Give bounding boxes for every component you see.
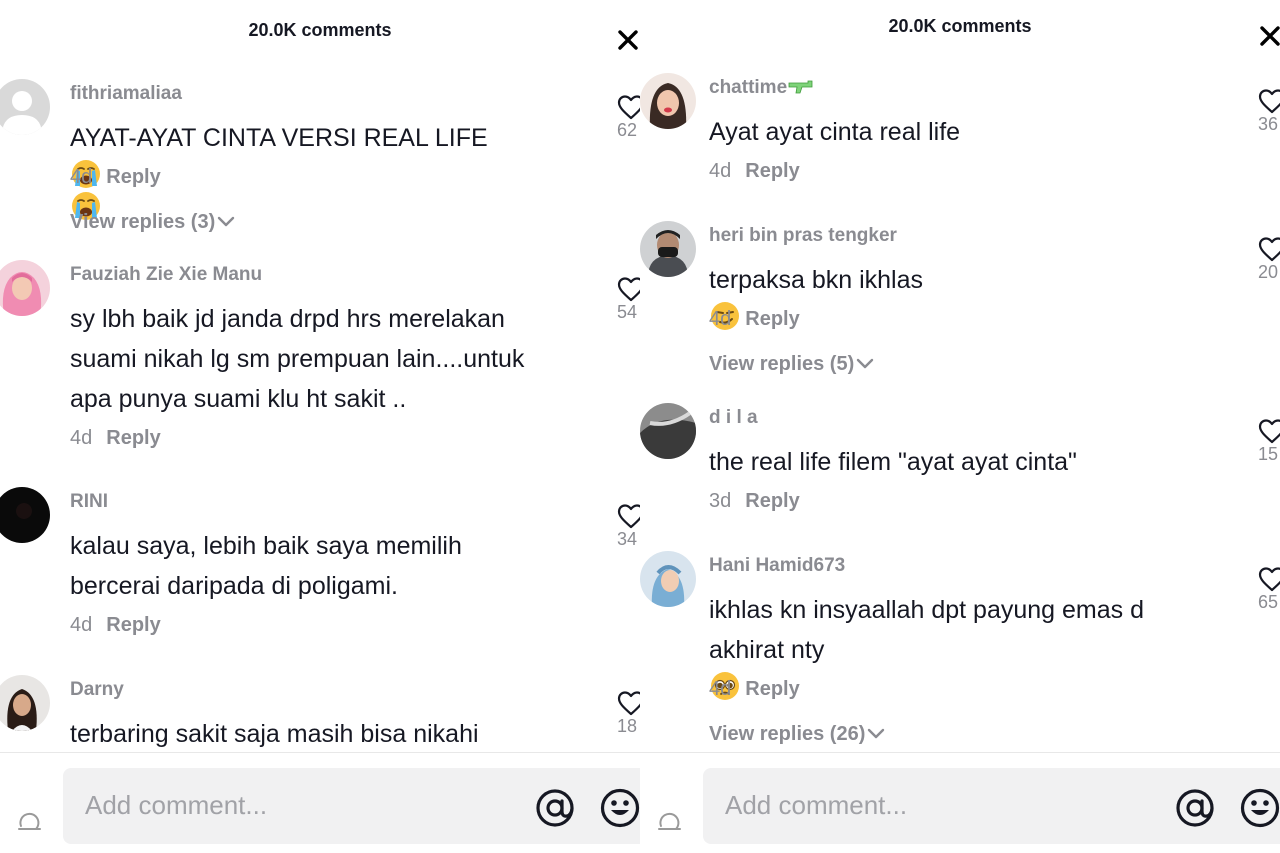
chevron-down-icon [856,358,874,370]
heart-icon [617,94,640,120]
loading-spinner-icon [16,810,42,836]
comments-count-title: 20.0K comments [888,16,1032,36]
mention-at-icon[interactable] [1174,787,1216,829]
comment-username[interactable]: d i l a [709,407,758,429]
comment-input[interactable]: Add comment... [703,768,1280,844]
like-count: 36 [1258,114,1279,134]
comment-text: kalau saya, lebih baik saya memilih berc… [70,532,462,600]
heart-icon [617,690,640,716]
like-button[interactable]: 20 [1258,236,1280,283]
comment-username[interactable]: chattime [709,77,813,99]
comment-input-bar: Add comment... [0,753,640,853]
reply-button[interactable]: Reply [745,308,799,330]
comment-input[interactable]: Add comment... [63,768,640,844]
comment-username[interactable]: Hani Hamid673 [709,555,845,577]
chevron-down-icon [867,728,885,740]
comments-panel-left: 20.0K comments fithriamaliaa AYAT-AYAT C… [0,0,640,853]
reply-button[interactable]: Reply [745,678,799,700]
comment-meta: 4d Reply [70,166,161,189]
comment-time: 4d [709,308,732,330]
heart-icon [617,503,640,529]
reply-button[interactable]: Reply [106,614,160,636]
comment-time: 4d [70,166,93,188]
heart-icon [617,276,640,302]
like-count: 54 [617,302,638,322]
like-button[interactable]: 62 [617,94,640,141]
comment-text: sy lbh baik jd janda drpd hrs merelakan … [70,305,525,413]
comment-username[interactable]: RINI [70,491,108,513]
like-button[interactable]: 65 [1258,566,1280,613]
comment-input-bar: Add comment... [640,753,1280,853]
avatar[interactable] [0,675,50,731]
like-button[interactable]: 54 [617,276,640,323]
like-count: 62 [617,120,638,140]
comment-meta: 4d Reply [70,427,161,450]
view-replies-button[interactable]: View replies (26) [709,723,885,746]
avatar[interactable] [640,551,696,607]
like-count: 34 [617,529,638,549]
comment-input-placeholder: Add comment... [85,790,268,820]
comment-text: terbaring sakit saja masih bisa nikahi [70,720,479,748]
comments-panel-right: 20.0K comments chattime Ayat ayat cinta … [640,0,1280,853]
like-button[interactable]: 34 [617,503,640,550]
avatar[interactable] [0,79,50,135]
heart-icon [1258,566,1280,592]
comment-time: 3d [709,490,732,512]
heart-icon [1258,88,1280,114]
reply-button[interactable]: Reply [745,490,799,512]
comment-text: Ayat ayat cinta real life [709,118,961,146]
comment-time: 4d [70,427,93,449]
like-count: 18 [617,716,638,736]
comment-meta: 3d Reply [709,490,800,513]
mention-at-icon[interactable] [534,787,576,829]
comment-username[interactable]: fithriamaliaa [70,83,182,105]
water-gun-icon [788,80,814,94]
like-count: 15 [1258,444,1279,464]
comment-username[interactable]: heri bin pras tengker [709,225,897,247]
reply-button[interactable]: Reply [106,427,160,449]
chevron-down-icon [217,216,235,228]
close-icon[interactable] [614,26,640,54]
comment-time: 4d [709,678,732,700]
like-button[interactable]: 36 [1258,88,1280,135]
view-replies-button[interactable]: View replies (3) [70,211,235,234]
reply-button[interactable]: Reply [106,166,160,188]
comment-meta: 4d Reply [709,678,800,701]
like-count: 65 [1258,592,1279,612]
like-count: 20 [1258,262,1279,282]
emoji-icon[interactable] [599,787,640,829]
like-button[interactable]: 18 [617,690,640,737]
comment-time: 4d [70,614,93,636]
avatar[interactable] [0,260,50,316]
comment-username[interactable]: Fauziah Zie Xie Manu [70,264,262,286]
comment-meta: 4d Reply [70,614,161,637]
emoji-icon[interactable] [1239,787,1280,829]
like-button[interactable]: 15 [1258,418,1280,465]
avatar[interactable] [640,73,696,129]
comments-count-title: 20.0K comments [248,20,392,40]
comment-time: 4d [709,160,732,182]
reply-button[interactable]: Reply [745,160,799,182]
heart-icon [1258,236,1280,262]
heart-icon [1258,418,1280,444]
comment-text: the real life filem "ayat ayat cinta" [709,448,1077,476]
comment-meta: 4d Reply [709,308,800,331]
close-icon[interactable] [1256,22,1280,50]
comment-username[interactable]: Darny [70,679,124,701]
loading-spinner-icon [656,810,682,836]
avatar[interactable] [640,403,696,459]
comment-input-placeholder: Add comment... [725,790,908,820]
comment-meta: 4d Reply [709,160,800,183]
avatar[interactable] [640,221,696,277]
view-replies-button[interactable]: View replies (5) [709,353,874,376]
avatar[interactable] [0,487,50,543]
